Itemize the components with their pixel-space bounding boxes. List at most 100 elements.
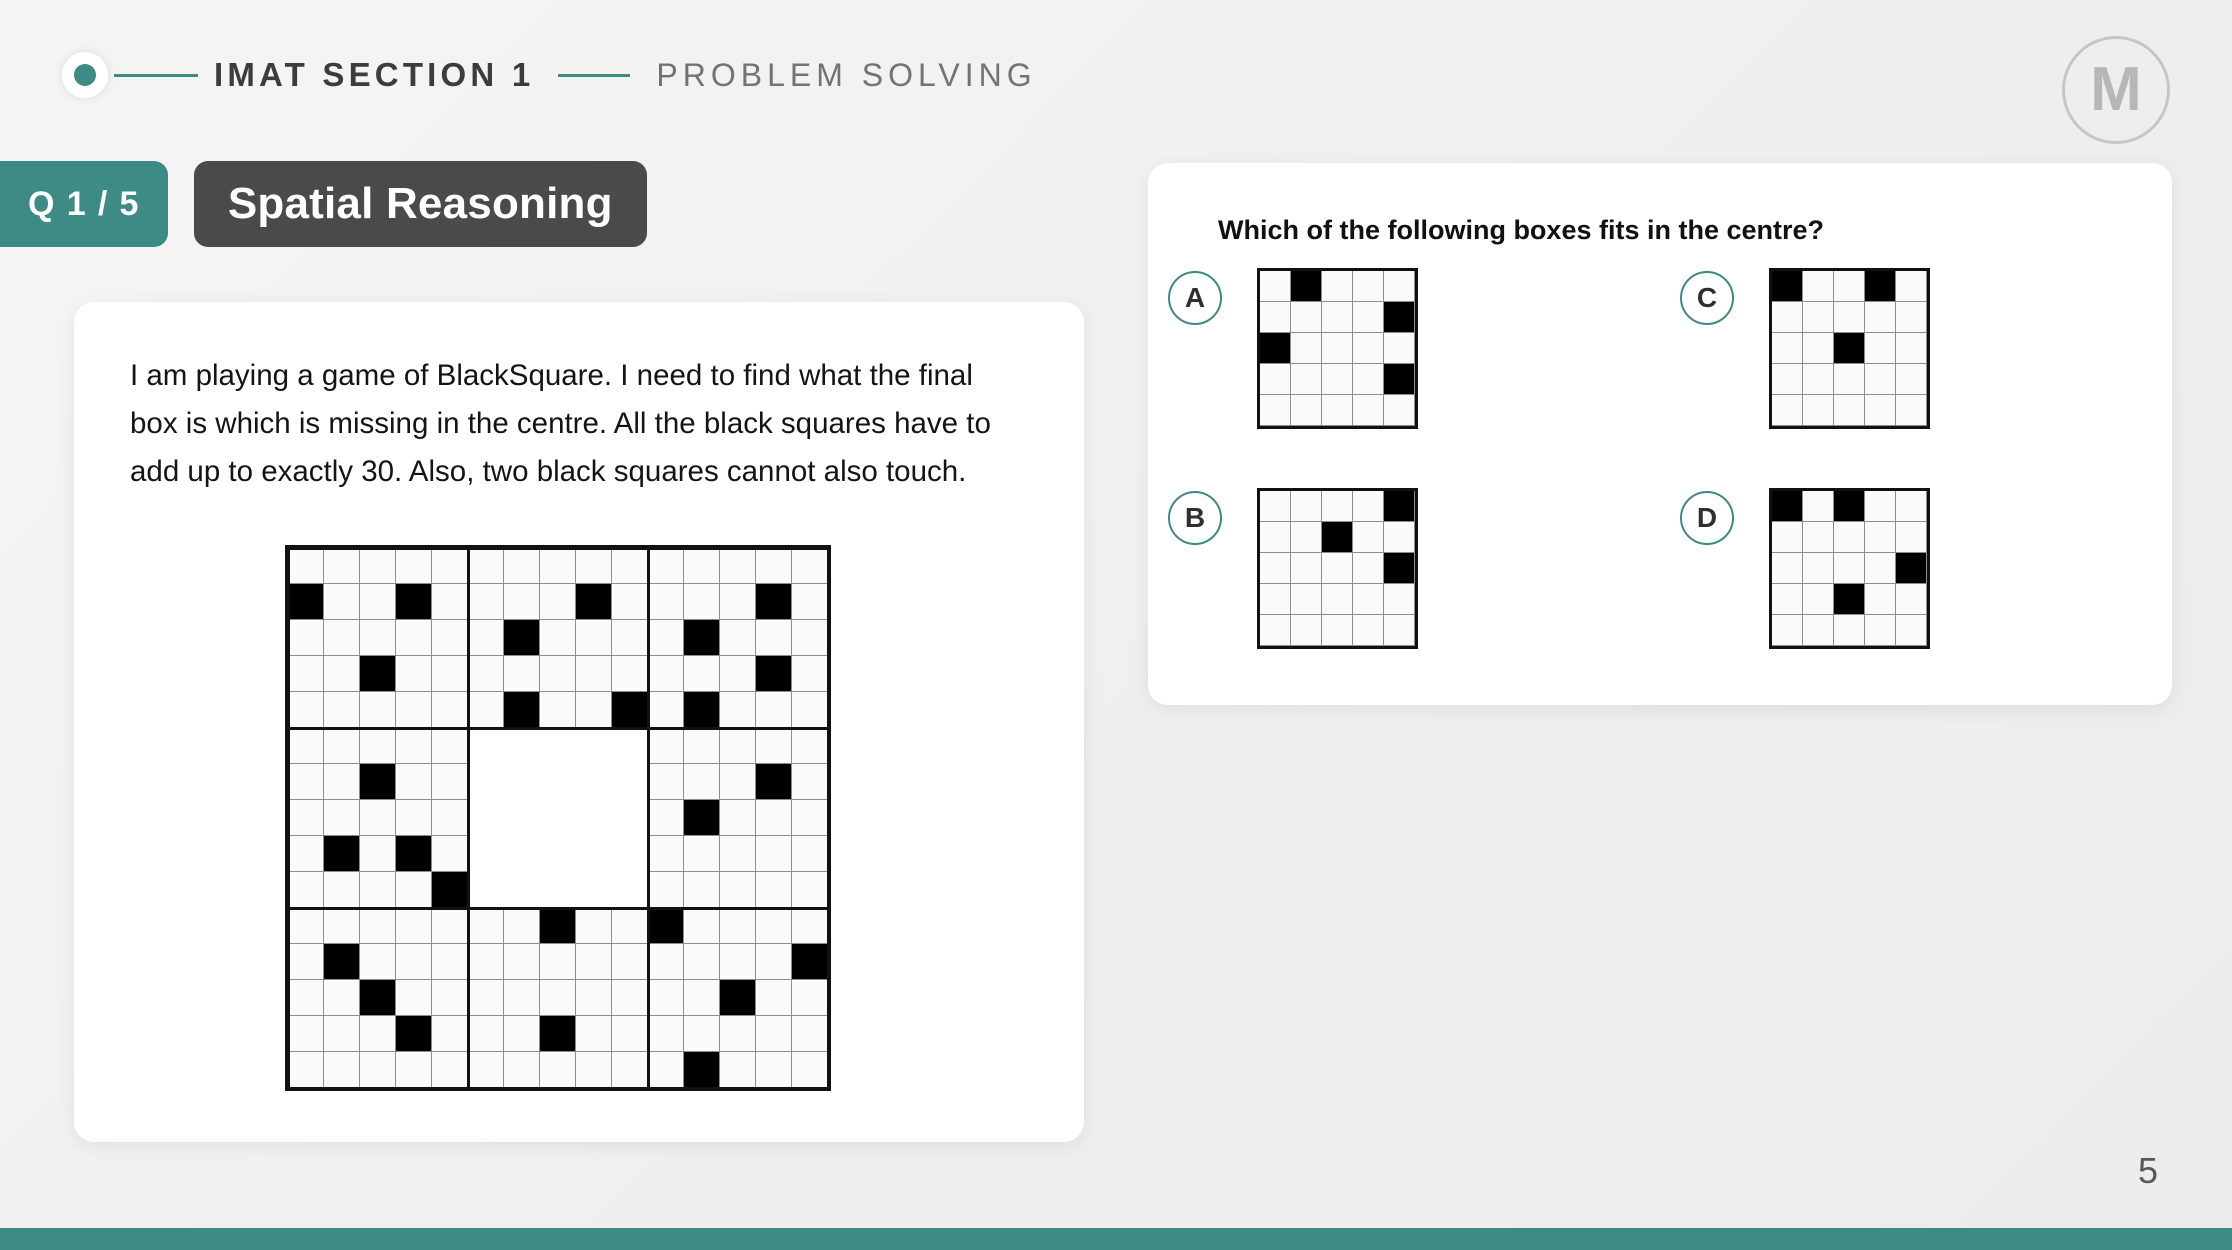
slide-header: IMAT SECTION 1 PROBLEM SOLVING	[0, 0, 2232, 150]
option-cell	[1291, 333, 1322, 364]
puzzle-cell	[720, 548, 756, 584]
puzzle-cell	[756, 584, 792, 620]
puzzle-cell	[612, 620, 648, 656]
puzzle-cell	[684, 1016, 720, 1052]
answer-option-b[interactable]: B	[1168, 488, 1418, 649]
puzzle-cell	[324, 908, 360, 944]
puzzle-cell	[468, 620, 504, 656]
puzzle-cell	[432, 656, 468, 692]
option-cell	[1384, 584, 1415, 615]
puzzle-cell	[324, 944, 360, 980]
option-cell	[1322, 364, 1353, 395]
puzzle-cell	[324, 584, 360, 620]
puzzle-cell	[288, 584, 324, 620]
option-cell	[1772, 522, 1803, 553]
option-cell	[1896, 333, 1927, 364]
brand-logo-icon: M	[2062, 36, 2170, 144]
option-grid-wrap-b	[1257, 488, 1418, 649]
answer-option-a[interactable]: A	[1168, 268, 1418, 429]
option-cell	[1834, 553, 1865, 584]
option-cell	[1260, 522, 1291, 553]
option-cell	[1322, 271, 1353, 302]
puzzle-cell	[360, 944, 396, 980]
puzzle-cell	[756, 872, 792, 908]
option-cell	[1896, 271, 1927, 302]
puzzle-cell	[612, 908, 648, 944]
option-cell	[1384, 522, 1415, 553]
option-cell	[1384, 615, 1415, 646]
puzzle-cell	[396, 728, 432, 764]
option-cell	[1772, 395, 1803, 426]
option-cell	[1384, 333, 1415, 364]
option-cell	[1772, 333, 1803, 364]
option-cell	[1260, 364, 1291, 395]
logo-letter: M	[2090, 55, 2142, 124]
option-letter-b[interactable]: B	[1168, 491, 1222, 545]
puzzle-cell	[396, 1016, 432, 1052]
puzzle-cell	[360, 692, 396, 728]
answer-option-d[interactable]: D	[1680, 488, 1930, 649]
puzzle-cell	[288, 908, 324, 944]
puzzle-cell	[288, 764, 324, 800]
puzzle-cell	[648, 944, 684, 980]
puzzle-cell	[648, 728, 684, 764]
option-cell	[1772, 553, 1803, 584]
option-cell	[1803, 615, 1834, 646]
puzzle-cell	[504, 584, 540, 620]
puzzle-cell	[288, 656, 324, 692]
option-grid-c[interactable]	[1769, 268, 1930, 429]
puzzle-cell	[792, 1052, 828, 1088]
option-cell	[1834, 615, 1865, 646]
option-cell	[1260, 302, 1291, 333]
puzzle-cell	[720, 764, 756, 800]
puzzle-cell	[396, 656, 432, 692]
puzzle-cell	[756, 1016, 792, 1052]
option-cell	[1834, 271, 1865, 302]
puzzle-cell	[396, 764, 432, 800]
puzzle-cell	[324, 980, 360, 1016]
puzzle-cell	[648, 620, 684, 656]
puzzle-cell	[540, 548, 576, 584]
option-letter-c[interactable]: C	[1680, 271, 1734, 325]
option-cell	[1865, 615, 1896, 646]
puzzle-cell	[288, 836, 324, 872]
puzzle-cell	[720, 656, 756, 692]
puzzle-cell	[648, 584, 684, 620]
puzzle-cell	[540, 944, 576, 980]
option-cell	[1803, 271, 1834, 302]
puzzle-cell	[432, 584, 468, 620]
puzzle-cell	[612, 584, 648, 620]
option-cell	[1865, 364, 1896, 395]
puzzle-cell	[396, 1052, 432, 1088]
teal-dot-icon	[74, 64, 96, 86]
option-grid-a[interactable]	[1257, 268, 1418, 429]
option-grid-b[interactable]	[1257, 488, 1418, 649]
puzzle-cell	[792, 728, 828, 764]
option-letter-a[interactable]: A	[1168, 271, 1222, 325]
puzzle-cell	[576, 980, 612, 1016]
option-cell	[1865, 395, 1896, 426]
puzzle-cell	[540, 620, 576, 656]
option-cell	[1865, 584, 1896, 615]
puzzle-cell	[468, 944, 504, 980]
puzzle-cell	[720, 692, 756, 728]
option-cell	[1896, 364, 1927, 395]
option-cell	[1353, 271, 1384, 302]
option-grid-d[interactable]	[1769, 488, 1930, 649]
puzzle-cell	[756, 944, 792, 980]
puzzle-cell	[360, 800, 396, 836]
puzzle-cell	[720, 872, 756, 908]
answer-option-c[interactable]: C	[1680, 268, 1930, 429]
puzzle-cell	[756, 980, 792, 1016]
option-cell	[1322, 584, 1353, 615]
option-letter-d[interactable]: D	[1680, 491, 1734, 545]
puzzle-cell	[792, 692, 828, 728]
option-cell	[1834, 333, 1865, 364]
puzzle-cell	[648, 764, 684, 800]
block-divider-vertical	[646, 548, 650, 1088]
puzzle-cell	[396, 944, 432, 980]
puzzle-cell	[792, 656, 828, 692]
puzzle-cell	[540, 584, 576, 620]
puzzle-cell	[288, 980, 324, 1016]
header-title: IMAT SECTION 1	[214, 56, 535, 93]
